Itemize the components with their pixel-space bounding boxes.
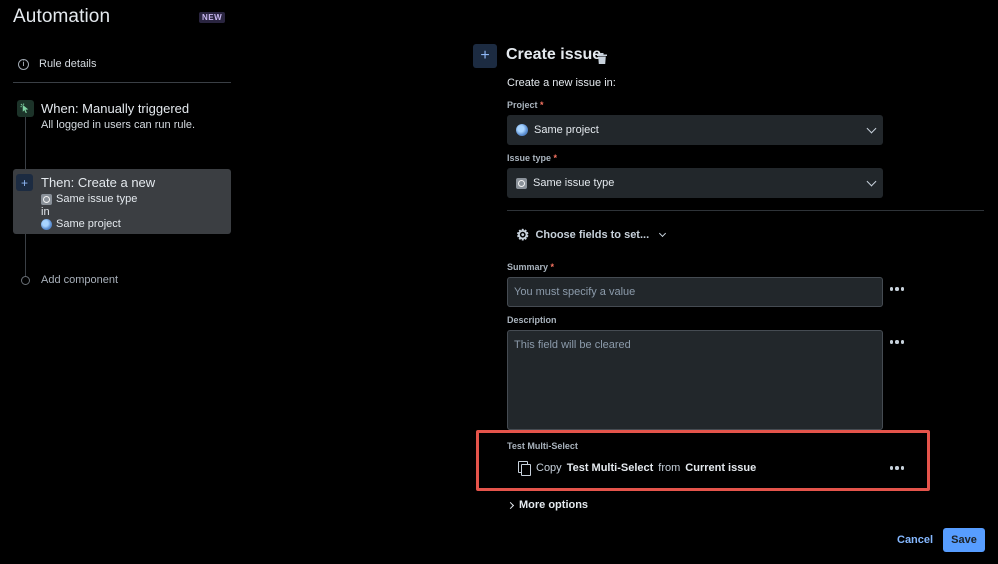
from-word: from: [658, 462, 680, 474]
issue-type-icon: [41, 194, 52, 205]
action-title: Then: Create a new: [41, 175, 155, 190]
trigger-subtitle: All logged in users can run rule.: [41, 119, 195, 131]
copy-field-name: Test Multi-Select: [567, 462, 654, 474]
project-select[interactable]: Same project: [507, 115, 883, 145]
issue-type-icon: [516, 178, 527, 189]
action-issue-type: Same issue type: [41, 193, 137, 205]
chevron-down-icon: [659, 230, 666, 237]
more-options-toggle[interactable]: More options: [508, 498, 588, 512]
more-icon[interactable]: [887, 282, 907, 296]
issue-type-select[interactable]: Same issue type: [507, 168, 883, 198]
chevron-right-icon: [507, 501, 514, 508]
trash-icon[interactable]: [597, 51, 607, 62]
info-icon: i: [18, 59, 29, 70]
rule-details-label: Rule details: [39, 58, 96, 70]
chevron-down-icon: [867, 124, 877, 134]
plus-icon: +: [473, 44, 497, 68]
description-field-label: Description: [507, 315, 557, 325]
app-title: Automation: [13, 6, 110, 28]
project-icon: [516, 124, 528, 136]
add-component-button[interactable]: Add component: [41, 274, 118, 286]
copy-source: Current issue: [685, 462, 756, 474]
issue-type-select-value: Same issue type: [533, 177, 614, 189]
sidebar-divider: [13, 82, 231, 83]
issue-type-field-label: Issue type *: [507, 153, 557, 163]
required-marker: *: [551, 262, 555, 272]
gear-icon: ⚙: [516, 228, 529, 243]
project-select-value: Same project: [534, 124, 599, 136]
new-badge: NEW: [199, 12, 225, 23]
project-label-text: Project: [507, 100, 538, 110]
action-issue-type-label: Same issue type: [56, 193, 137, 205]
add-component-dot: [21, 276, 30, 285]
save-button[interactable]: Save: [943, 528, 985, 552]
issue-type-label-text: Issue type: [507, 153, 551, 163]
description-input[interactable]: This field will be cleared: [507, 330, 883, 430]
more-options-label: More options: [519, 499, 588, 511]
project-icon: [41, 219, 52, 230]
required-marker: *: [554, 153, 558, 163]
action-project: Same project: [41, 218, 121, 230]
copy-value-row[interactable]: Copy Test Multi-Select from Current issu…: [518, 460, 756, 476]
copy-word: Copy: [536, 462, 562, 474]
plus-icon: +: [16, 174, 33, 191]
action-project-label: Same project: [56, 218, 121, 230]
trigger-title[interactable]: When: Manually triggered: [41, 101, 189, 116]
summary-field-label: Summary *: [507, 262, 554, 272]
more-icon[interactable]: [887, 461, 907, 475]
copy-icon: [518, 461, 531, 475]
summary-input[interactable]: You must specify a value: [507, 277, 883, 307]
choose-fields-button[interactable]: ⚙ Choose fields to set...: [516, 226, 665, 244]
more-icon[interactable]: [887, 335, 907, 349]
component-title: Create issue: [506, 46, 601, 64]
choose-fields-label: Choose fields to set...: [535, 229, 649, 241]
summary-label-text: Summary: [507, 262, 548, 272]
required-marker: *: [540, 100, 544, 110]
multi-select-field-label: Test Multi-Select: [507, 441, 578, 451]
cursor-click-icon: [17, 100, 34, 117]
section-divider: [507, 210, 984, 211]
create-in-label: Create a new issue in:: [507, 77, 616, 89]
rule-details-link[interactable]: i Rule details: [18, 55, 96, 73]
action-connector: in: [41, 206, 50, 218]
cancel-button[interactable]: Cancel: [891, 528, 939, 552]
project-field-label: Project *: [507, 100, 544, 110]
chevron-down-icon: [867, 177, 877, 187]
